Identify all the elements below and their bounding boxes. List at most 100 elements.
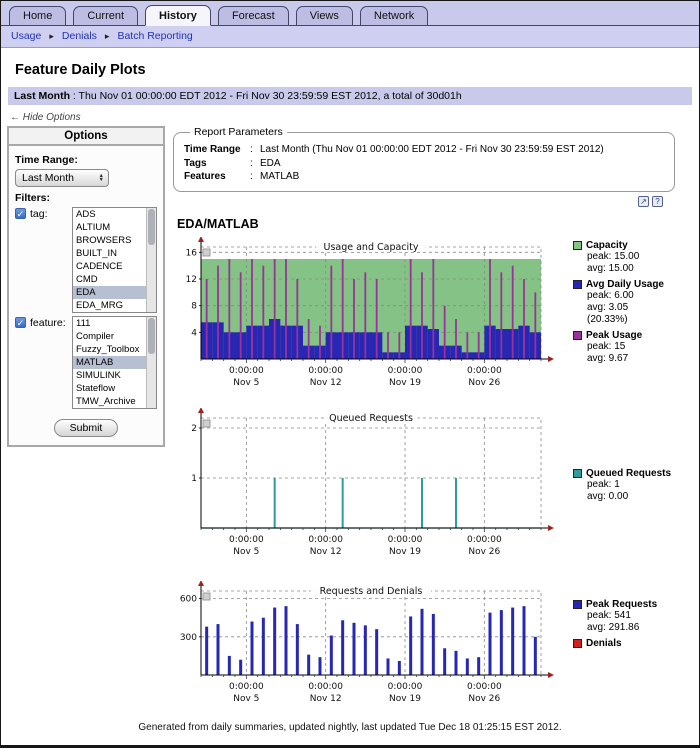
- icon-row: ↗ ?: [173, 196, 663, 207]
- feature-option-111[interactable]: 111: [73, 317, 146, 330]
- period-banner: Last Month : Thu Nov 01 00:00:00 EDT 201…: [8, 87, 692, 105]
- tab-history[interactable]: History: [145, 5, 211, 26]
- capacity-swatch: [573, 241, 582, 250]
- svg-text:Nov 19: Nov 19: [389, 547, 421, 557]
- svg-text:Nov 26: Nov 26: [468, 378, 500, 388]
- content: Feature Daily Plots Last Month : Thu Nov…: [1, 62, 699, 733]
- chart-requests-denials-legend: Peak Requestspeak: 541avg: 291.86 Denials: [573, 581, 691, 714]
- svg-text:Nov 5: Nov 5: [233, 547, 259, 557]
- time-range-label: Time Range:: [15, 154, 157, 166]
- tag-option-built-in[interactable]: BUILT_IN: [73, 247, 146, 260]
- tab-forecast[interactable]: Forecast: [218, 6, 289, 25]
- chart-queued-requests-plot: 120:00:00Nov 50:00:00Nov 120:00:00Nov 19…: [173, 408, 559, 567]
- svg-text:Nov 26: Nov 26: [468, 547, 500, 557]
- feature-checkbox[interactable]: ✓: [15, 317, 26, 328]
- tab-bar: Home Current History Forecast Views Network: [1, 1, 699, 26]
- tag-option-eda-mrg[interactable]: EDA_MRG: [73, 299, 146, 312]
- svg-text:0:00:00: 0:00:00: [467, 535, 502, 545]
- tab-home[interactable]: Home: [9, 6, 66, 25]
- chart-queued-requests: 120:00:00Nov 50:00:00Nov 120:00:00Nov 19…: [173, 408, 691, 567]
- main-row: Options Time Range: Last Month ▲▼ Filter…: [1, 126, 699, 714]
- svg-text:300: 300: [180, 632, 197, 642]
- header: Home Current History Forecast Views Network U…: [1, 1, 699, 48]
- section-heading: EDA/MATLAB: [177, 217, 691, 231]
- period-label: Last Month: [14, 90, 70, 102]
- svg-text:0:00:00: 0:00:00: [467, 366, 502, 376]
- chart-requests-denials-plot: 3006000:00:00Nov 50:00:00Nov 120:00:00No…: [173, 581, 559, 714]
- time-range-select[interactable]: Last Month ▲▼: [15, 169, 109, 187]
- tag-option-cmd[interactable]: CMD: [73, 273, 146, 286]
- chart-svg-queued-requests: 120:00:00Nov 50:00:00Nov 120:00:00Nov 19…: [173, 408, 559, 562]
- tag-option-altium[interactable]: ALTIUM: [73, 221, 146, 234]
- tag-option-browsers[interactable]: BROWSERS: [73, 234, 146, 247]
- tag-checkbox[interactable]: ✓: [15, 208, 26, 219]
- chart-requests-denials: 3006000:00:00Nov 50:00:00Nov 120:00:00No…: [173, 581, 691, 714]
- tag-option-eda[interactable]: EDA: [73, 286, 146, 299]
- feature-listbox[interactable]: 111CompilerFuzzy_ToolboxMATLABSIMULINKSt…: [72, 316, 157, 409]
- feature-label: feature:: [30, 317, 66, 329]
- breadcrumb-link-denials[interactable]: Denials: [62, 30, 97, 42]
- feature-filter: ✓ feature: 111CompilerFuzzy_ToolboxMATLA…: [15, 316, 157, 409]
- svg-text:0:00:00: 0:00:00: [308, 366, 343, 376]
- report-param-row: Time Range:Last Month (Thu Nov 01 00:00:…: [184, 143, 664, 157]
- queued-requests-swatch: [573, 469, 582, 478]
- tab-network[interactable]: Network: [360, 6, 428, 25]
- help-icon[interactable]: ?: [652, 196, 663, 207]
- chart-usage-capacity-plot: 4812160:00:00Nov 50:00:00Nov 120:00:00No…: [173, 237, 559, 398]
- avg-daily-usage-swatch: [573, 280, 582, 289]
- feature-option-simulink[interactable]: SIMULINK: [73, 369, 146, 382]
- feature-option-tmw-archive[interactable]: TMW_Archive: [73, 395, 146, 408]
- svg-text:Nov 19: Nov 19: [389, 378, 421, 388]
- svg-text:4: 4: [191, 328, 197, 338]
- svg-text:0:00:00: 0:00:00: [388, 366, 423, 376]
- tag-listbox-scrollbar[interactable]: [146, 208, 156, 312]
- svg-text:0:00:00: 0:00:00: [467, 682, 502, 692]
- submit-button[interactable]: Submit: [54, 419, 119, 437]
- feature-option-compiler[interactable]: Compiler: [73, 330, 146, 343]
- report-parameters-legend: Report Parameters: [190, 126, 287, 138]
- svg-text:0:00:00: 0:00:00: [229, 366, 264, 376]
- svg-text:2: 2: [191, 424, 197, 434]
- feature-option-stateflow[interactable]: Stateflow: [73, 382, 146, 395]
- tab-views[interactable]: Views: [296, 6, 353, 25]
- report-param-row: Tags:EDA: [184, 157, 664, 171]
- svg-text:Nov 12: Nov 12: [310, 547, 342, 557]
- legend-item-capacity: Capacitypeak: 15.00avg: 15.00: [573, 240, 691, 275]
- svg-text:Nov 19: Nov 19: [389, 694, 421, 704]
- breadcrumb: Usage▸Denials▸Batch Reporting: [1, 26, 699, 48]
- select-arrows-icon: ▲▼: [99, 174, 108, 183]
- time-range-value: Last Month: [22, 172, 74, 184]
- feature-option-fuzzy-toolbox[interactable]: Fuzzy_Toolbox: [73, 343, 146, 356]
- legend-item-denials: Denials: [573, 638, 691, 649]
- legend-item-queued-requests: Queued Requestspeak: 1avg: 0.00: [573, 468, 691, 503]
- report-param-row: Features:MATLAB: [184, 170, 664, 184]
- svg-text:0:00:00: 0:00:00: [388, 535, 423, 545]
- tag-label: tag:: [30, 208, 48, 220]
- svg-text:Usage and Capacity: Usage and Capacity: [323, 242, 418, 253]
- tag-filter: ✓ tag: ADSALTIUMBROWSERSBUILT_INCADENCEC…: [15, 207, 157, 313]
- tag-option-ads[interactable]: ADS: [73, 208, 146, 221]
- page: Home Current History Forecast Views Network U…: [0, 0, 700, 748]
- feature-listbox-scrollbar[interactable]: [146, 317, 156, 408]
- tab-current[interactable]: Current: [73, 6, 138, 25]
- tag-option-cadence[interactable]: CADENCE: [73, 260, 146, 273]
- export-icon[interactable]: ↗: [638, 196, 649, 207]
- breadcrumb-link-batch-reporting[interactable]: Batch Reporting: [117, 30, 192, 42]
- peak-requests-swatch: [573, 600, 582, 609]
- svg-text:12: 12: [186, 275, 197, 285]
- svg-text:Requests and Denials: Requests and Denials: [320, 586, 423, 597]
- svg-text:0:00:00: 0:00:00: [388, 682, 423, 692]
- report-parameters-rows: Time Range:Last Month (Thu Nov 01 00:00:…: [184, 143, 664, 184]
- breadcrumb-link-usage[interactable]: Usage: [11, 30, 41, 42]
- chart-svg-usage-and-capacity: 4812160:00:00Nov 50:00:00Nov 120:00:00No…: [173, 237, 559, 393]
- peak-usage-swatch: [573, 331, 582, 340]
- chart-svg-requests-and-denials: 3006000:00:00Nov 50:00:00Nov 120:00:00No…: [173, 581, 559, 709]
- svg-text:0:00:00: 0:00:00: [229, 535, 264, 545]
- svg-text:Nov 26: Nov 26: [468, 694, 500, 704]
- legend-item-peak-requests: Peak Requestspeak: 541avg: 291.86: [573, 599, 691, 634]
- feature-option-matlab[interactable]: MATLAB: [73, 356, 146, 369]
- svg-text:0:00:00: 0:00:00: [308, 682, 343, 692]
- hide-options-link[interactable]: ← Hide Options: [10, 112, 81, 123]
- svg-text:0:00:00: 0:00:00: [308, 535, 343, 545]
- tag-listbox[interactable]: ADSALTIUMBROWSERSBUILT_INCADENCECMDEDAED…: [72, 207, 157, 313]
